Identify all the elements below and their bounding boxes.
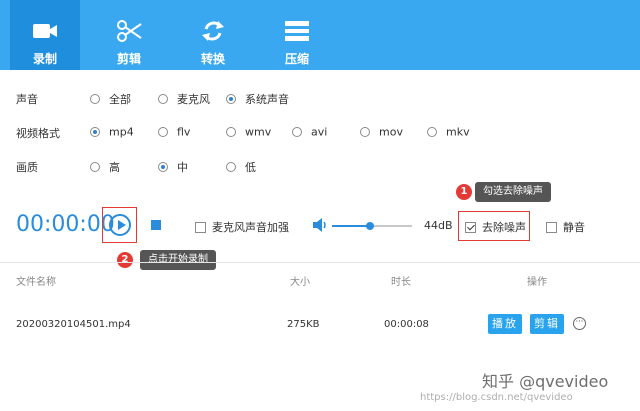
- file-duration: 00:00:08: [384, 319, 429, 330]
- mic-boost-option[interactable]: 麦克风声音加强: [195, 219, 289, 235]
- denoise-option[interactable]: 去除噪声: [465, 219, 526, 235]
- tab-convert[interactable]: 转换: [178, 0, 248, 70]
- audio-option-all[interactable]: 全部: [90, 91, 131, 107]
- annotation-badge-2: 2: [117, 252, 133, 268]
- tab-compress[interactable]: 压缩: [262, 0, 332, 70]
- column-header-actions: 操作: [527, 277, 547, 288]
- tab-edit[interactable]: 剪辑: [94, 0, 164, 70]
- column-header-name: 文件名称: [16, 277, 56, 288]
- annotation-badge-1: 1: [456, 184, 472, 200]
- tab-record-label: 录制: [32, 52, 57, 66]
- format-radio-mov[interactable]: [360, 127, 370, 137]
- edit-button[interactable]: 剪辑: [530, 314, 564, 334]
- quality-option-medium[interactable]: 中: [158, 159, 188, 175]
- annotation-tip-1: 勾选去除噪声: [475, 182, 551, 202]
- volume-db-readout: 44dB: [424, 219, 453, 232]
- play-record-icon[interactable]: [109, 214, 131, 236]
- tab-record[interactable]: 录制: [10, 0, 80, 70]
- volume-fill: [332, 225, 370, 227]
- format-radio-wmv[interactable]: [226, 127, 236, 137]
- audio-option-system[interactable]: 系统声音: [226, 91, 289, 107]
- format-option-avi[interactable]: avi: [292, 125, 327, 139]
- audio-radio-mic[interactable]: [158, 94, 168, 104]
- volume-knob[interactable]: [365, 222, 374, 230]
- video-camera-icon: [33, 24, 57, 38]
- format-option-mp4[interactable]: mp4: [90, 125, 134, 139]
- annotation-tip-2: 点击开始录制: [140, 250, 216, 270]
- mute-checkbox[interactable]: [546, 221, 557, 233]
- stop-icon[interactable]: [151, 220, 161, 230]
- convert-arrows-icon: [202, 21, 224, 41]
- column-header-duration: 时长: [391, 277, 411, 288]
- tab-edit-label: 剪辑: [116, 52, 141, 66]
- format-option-mkv[interactable]: mkv: [427, 125, 470, 139]
- record-timer: 00:00:00: [16, 212, 115, 237]
- audio-radio-system[interactable]: [226, 94, 236, 104]
- file-size: 275KB: [287, 319, 320, 330]
- watermark-url: https://blog.csdn.net/qvevideo: [420, 392, 573, 403]
- audio-radio-all[interactable]: [90, 94, 100, 104]
- quality-radio-low[interactable]: [226, 162, 236, 172]
- quality-option-low[interactable]: 低: [226, 159, 256, 175]
- format-option-flv[interactable]: flv: [158, 125, 190, 139]
- watermark-text: 知乎 @qvevideo: [482, 372, 609, 391]
- format-radio-avi[interactable]: [292, 127, 302, 137]
- format-radio-mp4[interactable]: [90, 127, 100, 137]
- format-label: 视频格式: [16, 127, 60, 140]
- tab-compress-label: 压缩: [284, 52, 309, 66]
- main-toolbar: 录制 剪辑 转换 压缩: [0, 0, 640, 70]
- compress-icon: [285, 21, 309, 41]
- format-option-wmv[interactable]: wmv: [226, 125, 271, 139]
- audio-label: 声音: [16, 93, 38, 106]
- play-button[interactable]: 播放: [488, 314, 522, 334]
- denoise-checkbox[interactable]: [465, 221, 476, 233]
- quality-label: 画质: [16, 161, 38, 174]
- speaker-icon[interactable]: [312, 217, 328, 233]
- column-header-size: 大小: [290, 277, 310, 288]
- mute-option[interactable]: 静音: [546, 219, 585, 235]
- quality-radio-medium[interactable]: [158, 162, 168, 172]
- volume-slider[interactable]: [332, 222, 412, 230]
- file-name: 20200320104501.mp4: [16, 319, 131, 330]
- tab-convert-label: 转换: [200, 52, 225, 66]
- mic-boost-checkbox[interactable]: [195, 221, 206, 233]
- annotation-highlight-play: [102, 207, 137, 243]
- scissors-icon: [117, 20, 142, 42]
- quality-radio-high[interactable]: [90, 162, 100, 172]
- audio-option-mic[interactable]: 麦克风: [158, 91, 210, 107]
- format-radio-flv[interactable]: [158, 127, 168, 137]
- format-option-mov[interactable]: mov: [360, 125, 403, 139]
- format-radio-mkv[interactable]: [427, 127, 437, 137]
- more-ellipsis-icon[interactable]: ···: [573, 317, 586, 330]
- quality-option-high[interactable]: 高: [90, 159, 120, 175]
- section-divider: [0, 262, 640, 263]
